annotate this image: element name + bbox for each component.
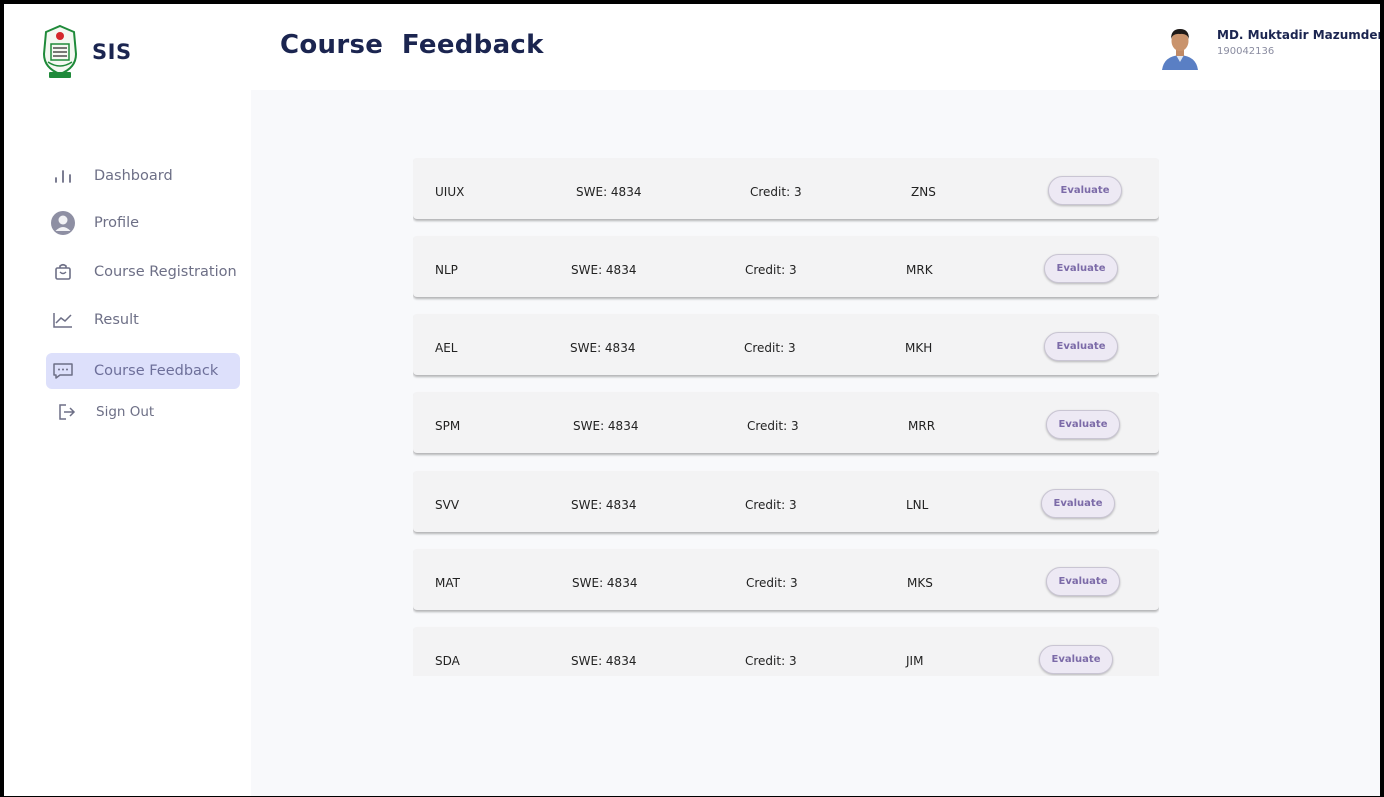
evaluate-button[interactable]: Evaluate: [1048, 176, 1122, 205]
course-credit: Credit: 3: [745, 654, 797, 668]
page-title: Course Feedback: [280, 30, 544, 60]
evaluate-button[interactable]: Evaluate: [1044, 254, 1118, 283]
sidebar-item-label: Profile: [94, 215, 140, 231]
user-circle-icon: [50, 210, 76, 236]
course-credit: Credit: 3: [745, 498, 797, 512]
sidebar-item-course-registration[interactable]: Course Registration: [46, 254, 240, 290]
course-row: NLP SWE: 4834 Credit: 3 MRK Evaluate: [413, 236, 1159, 297]
message-icon: [50, 358, 76, 384]
app-window: SIS Dashboard Profile Course Registratio…: [4, 4, 1380, 796]
course-number: SWE: 4834: [573, 419, 639, 433]
course-credit: Credit: 3: [747, 419, 799, 433]
course-teacher: MRK: [906, 263, 933, 277]
sidebar-item-label: Sign Out: [96, 404, 155, 420]
course-code: SPM: [435, 419, 461, 433]
course-teacher: ZNS: [911, 185, 936, 199]
course-credit: Credit: 3: [744, 341, 796, 355]
course-row: SDA SWE: 4834 Credit: 3 JIM Evaluate: [413, 627, 1159, 676]
course-row: AEL SWE: 4834 Credit: 3 MKH Evaluate: [413, 314, 1159, 375]
evaluate-button[interactable]: Evaluate: [1039, 645, 1113, 674]
course-row: UIUX SWE: 4834 Credit: 3 ZNS Evaluate: [413, 158, 1159, 219]
course-number: SWE: 4834: [572, 576, 638, 590]
course-teacher: MRR: [908, 419, 936, 433]
course-code: SVV: [435, 498, 460, 512]
line-chart-icon: [50, 307, 76, 333]
main-content: UIUX SWE: 4834 Credit: 3 ZNS Evaluate NL…: [251, 90, 1380, 796]
sidebar-item-sign-out[interactable]: Sign Out: [46, 394, 240, 430]
evaluate-button[interactable]: Evaluate: [1041, 489, 1115, 518]
course-code: MAT: [435, 576, 460, 590]
sidebar-item-label: Course Feedback: [94, 363, 219, 379]
bar-chart-icon: [50, 163, 76, 189]
sidebar-item-label: Dashboard: [94, 168, 173, 184]
course-credit: Credit: 3: [750, 185, 802, 199]
sign-out-icon: [54, 399, 80, 425]
course-row: SVV SWE: 4834 Credit: 3 LNL Evaluate: [413, 471, 1159, 532]
course-credit: Credit: 3: [746, 576, 798, 590]
course-number: SWE: 4834: [576, 185, 642, 199]
user-name: MD. Muktadir Mazumder: [1217, 28, 1380, 42]
course-teacher: MKH: [905, 341, 933, 355]
course-code: AEL: [435, 341, 458, 355]
sidebar-item-course-feedback[interactable]: Course Feedback: [46, 353, 240, 389]
brand-name: SIS: [92, 40, 132, 64]
course-code: UIUX: [435, 185, 465, 199]
university-logo: [40, 24, 80, 82]
bag-icon: [50, 259, 76, 285]
course-row: MAT SWE: 4834 Credit: 3 MKS Evaluate: [413, 549, 1159, 610]
course-number: SWE: 4834: [571, 498, 637, 512]
course-number: SWE: 4834: [571, 654, 637, 668]
course-list: UIUX SWE: 4834 Credit: 3 ZNS Evaluate NL…: [413, 158, 1159, 676]
course-teacher: MKS: [907, 576, 933, 590]
sidebar-item-result[interactable]: Result: [46, 302, 240, 338]
sidebar-item-label: Result: [94, 312, 139, 328]
sidebar-item-dashboard[interactable]: Dashboard: [46, 158, 240, 194]
course-number: SWE: 4834: [570, 341, 636, 355]
course-row: SPM SWE: 4834 Credit: 3 MRR Evaluate: [413, 392, 1159, 453]
evaluate-button[interactable]: Evaluate: [1046, 410, 1120, 439]
course-credit: Credit: 3: [745, 263, 797, 277]
user-id: 190042136: [1217, 46, 1275, 57]
sidebar-item-label: Course Registration: [94, 264, 237, 280]
evaluate-button[interactable]: Evaluate: [1046, 567, 1120, 596]
course-teacher: JIM: [906, 654, 924, 668]
course-number: SWE: 4834: [571, 263, 637, 277]
course-code: SDA: [435, 654, 460, 668]
avatar: [1158, 24, 1202, 70]
sidebar-item-profile[interactable]: Profile: [46, 205, 240, 241]
evaluate-button[interactable]: Evaluate: [1044, 332, 1118, 361]
course-code: NLP: [435, 263, 458, 277]
course-teacher: LNL: [906, 498, 929, 512]
